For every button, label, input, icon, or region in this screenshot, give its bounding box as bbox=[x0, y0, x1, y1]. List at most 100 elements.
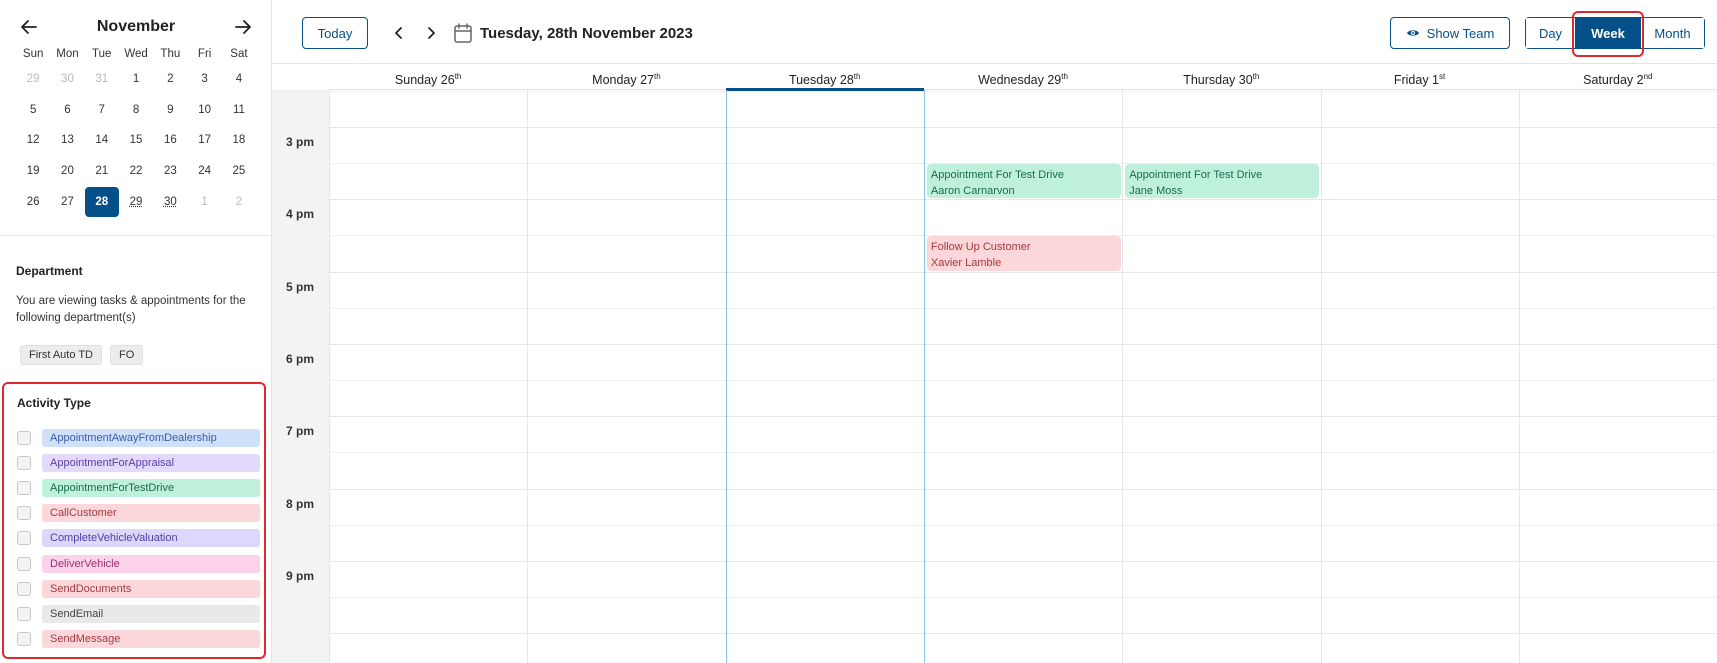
mini-calendar-day[interactable]: 2 bbox=[153, 64, 187, 95]
show-team-button[interactable]: Show Team bbox=[1390, 17, 1510, 49]
day-number: 21 bbox=[95, 165, 109, 178]
grid-day-divider bbox=[1518, 90, 1520, 663]
department-tags: First Auto TD FO bbox=[16, 345, 261, 365]
day-number: 2 bbox=[235, 195, 243, 208]
grid-hour-line bbox=[329, 199, 1717, 201]
day-number: 10 bbox=[198, 103, 212, 116]
activity-type-label: AppointmentForAppraisal bbox=[42, 453, 260, 472]
activity-type-checkbox[interactable] bbox=[17, 430, 31, 445]
mini-calendar-day[interactable]: 12 bbox=[16, 125, 50, 156]
day-header[interactable]: Friday 1st bbox=[1320, 64, 1518, 89]
day-header-label: Saturday 2 bbox=[1583, 73, 1644, 87]
calendar-event[interactable]: Appointment For Test Drive Aaron Carnarvo… bbox=[926, 164, 1122, 199]
activity-type-item: SendMessage bbox=[17, 627, 260, 652]
next-week-button[interactable] bbox=[418, 20, 444, 46]
previous-month-button[interactable] bbox=[14, 12, 44, 42]
day-header-label: Friday 1 bbox=[1393, 73, 1439, 87]
mini-calendar-day[interactable]: 11 bbox=[222, 95, 256, 126]
activity-type-checkbox[interactable] bbox=[17, 506, 31, 521]
calendar-grid[interactable]: Appointment For Test Drive Aaron Carnarvo… bbox=[329, 90, 1717, 663]
activity-type-label: AppointmentForTestDrive bbox=[42, 478, 260, 497]
mini-calendar-day[interactable]: 16 bbox=[153, 125, 187, 156]
mini-calendar-day[interactable]: 19 bbox=[16, 156, 50, 187]
activity-type-checkbox[interactable] bbox=[17, 480, 31, 495]
mini-calendar-day[interactable]: 1 bbox=[187, 186, 221, 217]
day-number: 30 bbox=[163, 195, 177, 208]
mini-calendar-day[interactable]: 17 bbox=[187, 125, 221, 156]
mini-calendar-day[interactable]: 30 bbox=[153, 186, 187, 217]
grid-hour-line bbox=[329, 127, 1717, 128]
activity-type-checkbox[interactable] bbox=[17, 455, 31, 470]
mini-calendar-day[interactable]: 20 bbox=[50, 156, 84, 187]
mini-calendar-header: November bbox=[14, 12, 258, 42]
day-number: 23 bbox=[163, 165, 177, 178]
day-header[interactable]: Saturday 2nd bbox=[1519, 64, 1717, 89]
mini-calendar-day[interactable]: 22 bbox=[119, 156, 153, 187]
mini-calendar-day[interactable]: 9 bbox=[153, 95, 187, 126]
activity-type-checkbox[interactable] bbox=[17, 606, 31, 621]
mini-calendar-day[interactable]: 29 bbox=[16, 64, 50, 95]
activity-type-checkbox[interactable] bbox=[17, 581, 31, 596]
mini-calendar-day[interactable]: 24 bbox=[187, 156, 221, 187]
mini-calendar-day[interactable]: 31 bbox=[85, 64, 119, 95]
weekday-label: Mon bbox=[56, 48, 79, 60]
mini-calendar-day[interactable]: 6 bbox=[50, 95, 84, 126]
day-header[interactable]: Thursday 30th bbox=[1122, 64, 1320, 89]
calendar-event[interactable]: Appointment For Test Drive Jane Moss bbox=[1125, 164, 1320, 199]
mini-calendar-day[interactable]: 27 bbox=[50, 186, 84, 217]
mini-calendar-day[interactable]: 1 bbox=[119, 64, 153, 95]
mini-calendar-day[interactable]: 26 bbox=[16, 186, 50, 217]
activity-type-checkbox[interactable] bbox=[17, 632, 31, 647]
day-header[interactable]: Sunday 26th bbox=[329, 64, 527, 89]
mini-calendar-day-selected[interactable]: 28 bbox=[84, 186, 119, 217]
weekday-label: Thu bbox=[160, 48, 181, 60]
mini-calendar-day[interactable]: 10 bbox=[187, 95, 221, 126]
activity-type-item: AppointmentForAppraisal bbox=[17, 450, 260, 475]
activity-type-section: Activity Type AppointmentAwayFromDealers… bbox=[2, 382, 266, 659]
grid-hour-line bbox=[329, 271, 1717, 273]
grid-hour-line bbox=[329, 596, 1717, 598]
mini-calendar-day[interactable]: 4 bbox=[222, 64, 256, 95]
mini-calendar-day[interactable]: 18 bbox=[222, 125, 256, 156]
month-view-button[interactable]: Month bbox=[1640, 18, 1704, 48]
previous-week-button[interactable] bbox=[386, 20, 412, 46]
day-number: 24 bbox=[198, 165, 212, 178]
day-header[interactable]: Wednesday 29th bbox=[924, 64, 1122, 89]
activity-type-checkbox[interactable] bbox=[17, 556, 31, 571]
today-button[interactable]: Today bbox=[302, 17, 368, 49]
calendar-event[interactable]: Follow Up Customer Xavier Lamble bbox=[926, 236, 1122, 271]
activity-type-checkbox[interactable] bbox=[17, 531, 31, 546]
mini-calendar-day[interactable]: 2 bbox=[222, 186, 256, 217]
day-number: 18 bbox=[232, 134, 246, 147]
activity-type-label: DeliverVehicle bbox=[42, 554, 260, 573]
time-label: 6 pm bbox=[286, 351, 315, 366]
chevron-left-icon bbox=[395, 27, 402, 39]
next-month-button[interactable] bbox=[228, 12, 258, 42]
mini-calendar-day[interactable]: 8 bbox=[119, 95, 153, 126]
grid-hour-line bbox=[329, 560, 1717, 562]
mini-calendar-day[interactable]: 3 bbox=[187, 64, 221, 95]
grid-day-divider bbox=[725, 90, 727, 663]
mini-calendar-day[interactable]: 13 bbox=[50, 125, 84, 156]
mini-calendar-day[interactable]: 15 bbox=[119, 125, 153, 156]
mini-calendar-day[interactable]: 30 bbox=[50, 64, 84, 95]
time-label: 5 pm bbox=[286, 279, 315, 294]
day-header[interactable]: Monday 27th bbox=[527, 64, 725, 89]
department-title: Department bbox=[16, 264, 83, 278]
day-header-today[interactable]: Tuesday 28th bbox=[725, 64, 925, 91]
activity-type-item: DeliverVehicle bbox=[17, 551, 260, 576]
activity-type-item: CompleteVehicleValuation bbox=[17, 526, 260, 551]
activity-type-label: CallCustomer bbox=[42, 504, 260, 523]
mini-calendar-day[interactable]: 21 bbox=[85, 156, 119, 187]
weekday-label: Tue bbox=[92, 48, 112, 60]
mini-calendar-day[interactable]: 25 bbox=[222, 156, 256, 187]
mini-calendar-day[interactable]: 29 bbox=[119, 186, 153, 217]
event-title: Appointment For Test Drive bbox=[1129, 169, 1263, 182]
mini-calendar-day[interactable]: 5 bbox=[16, 95, 50, 126]
chevron-right-icon bbox=[428, 27, 435, 39]
week-view-button[interactable]: Week bbox=[1572, 11, 1644, 57]
mini-calendar-day[interactable]: 23 bbox=[153, 156, 187, 187]
mini-calendar-day[interactable]: 7 bbox=[85, 95, 119, 126]
day-view-button[interactable]: Day bbox=[1526, 18, 1576, 48]
mini-calendar-day[interactable]: 14 bbox=[85, 125, 119, 156]
